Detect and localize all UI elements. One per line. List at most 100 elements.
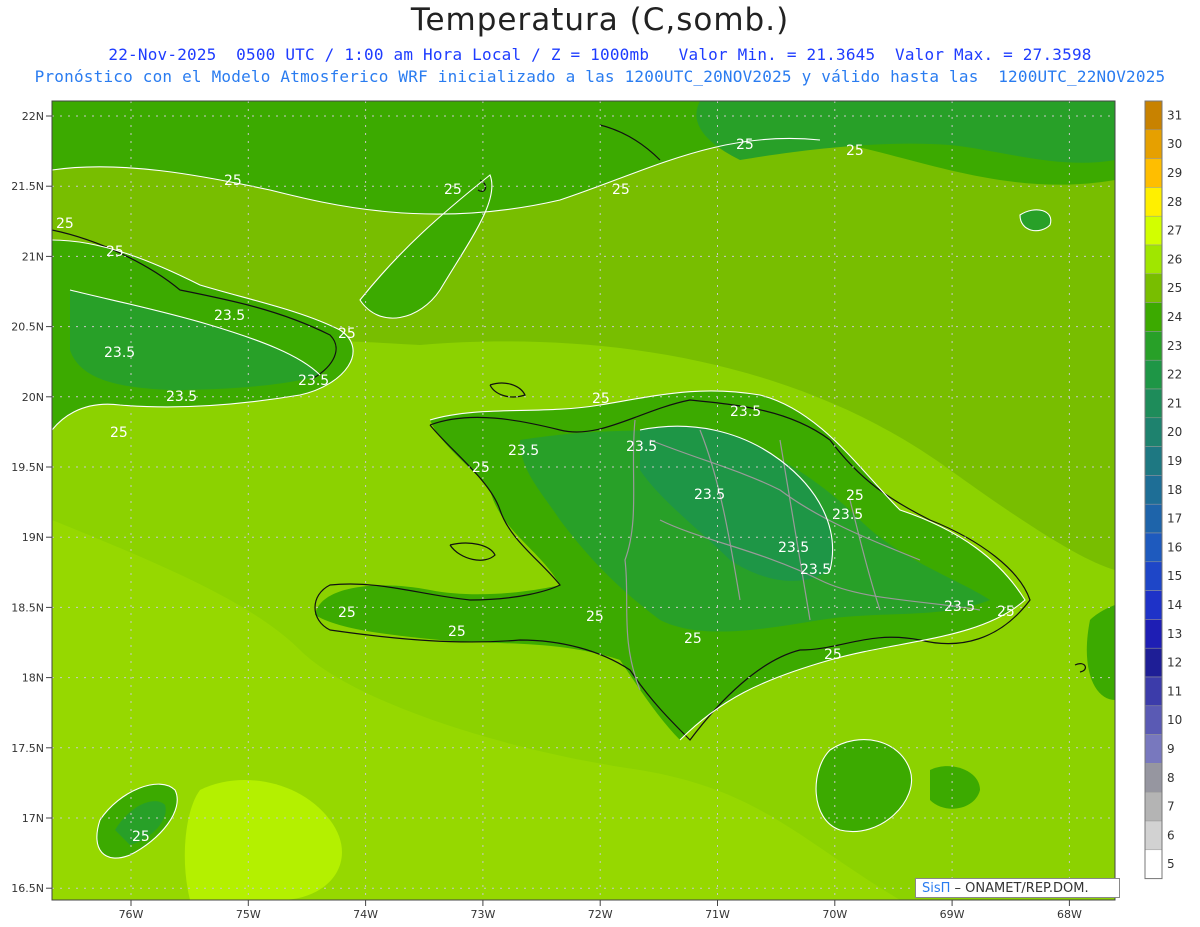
contour-label: 23.5 xyxy=(800,562,831,578)
contour-label: 25 xyxy=(846,143,864,159)
contour-label: 23.5 xyxy=(730,404,761,420)
contour-label: 23.5 xyxy=(298,373,329,389)
colorbar: 31 30 29 28 27 26 25 24 23 22 21 20 19 18 17 16 15 14 13 12… xyxy=(1144,100,1182,880)
credit-box: SisΠ – ONAMET/REP.DOM. xyxy=(915,878,1120,898)
contour-label: 25 xyxy=(448,624,466,640)
colorbar-label: 29 xyxy=(1167,166,1182,180)
contour-label: 25 xyxy=(56,216,74,232)
colorbar-swatch xyxy=(1144,302,1163,332)
contour-label: 25 xyxy=(846,488,864,504)
lat-label: 21.5N xyxy=(11,180,44,193)
contour-label: 23.5 xyxy=(214,308,245,324)
colorbar-label: 10 xyxy=(1167,713,1182,727)
colorbar-label: 19 xyxy=(1167,454,1182,468)
subtitle-time-range: 22-Nov-2025 0500 UTC / 1:00 am Hora Loca… xyxy=(108,45,1092,64)
colorbar-swatch xyxy=(1144,100,1163,131)
colorbar-label: 13 xyxy=(1167,627,1182,641)
colorbar-swatch xyxy=(1144,388,1163,419)
contour-label: 25 xyxy=(132,829,150,845)
colorbar-label: 15 xyxy=(1167,569,1182,583)
lat-label: 17.5N xyxy=(11,742,44,755)
colorbar-label: 26 xyxy=(1167,252,1182,266)
colorbar-swatch xyxy=(1144,417,1163,447)
colorbar-swatch xyxy=(1144,676,1163,707)
lon-label: 72W xyxy=(588,908,613,921)
colorbar-swatch xyxy=(1144,561,1163,591)
contour-label: 23.5 xyxy=(626,439,657,455)
lon-label: 73W xyxy=(470,908,495,921)
lat-label: 16.5N xyxy=(11,882,44,895)
lon-label: 71W xyxy=(705,908,730,921)
contour-label: 23.5 xyxy=(104,345,135,361)
colorbar-label: 22 xyxy=(1167,368,1182,382)
contour-label: 25 xyxy=(338,326,356,342)
colorbar-label: 17 xyxy=(1167,512,1182,526)
colorbar-swatch xyxy=(1144,849,1163,879)
colorbar-label: 24 xyxy=(1167,310,1182,324)
lat-label: 21N xyxy=(22,250,44,263)
contour-label: 23.5 xyxy=(694,487,725,503)
contour-label: 25 xyxy=(592,391,610,407)
colorbar-swatch xyxy=(1144,734,1163,764)
lat-label: 20.5N xyxy=(11,321,44,334)
colorbar-swatch xyxy=(1144,187,1163,217)
contour-label: 25 xyxy=(612,182,630,198)
colorbar-label: 18 xyxy=(1167,483,1182,497)
colorbar-label: 14 xyxy=(1167,598,1182,612)
colorbar-swatch xyxy=(1144,215,1163,246)
contour-label: 23.5 xyxy=(832,507,863,523)
colorbar-swatch xyxy=(1144,503,1163,534)
colorbar-label: 5 xyxy=(1167,857,1175,871)
colorbar-label: 31 xyxy=(1167,108,1182,122)
contour-label: 25 xyxy=(110,425,128,441)
colorbar-swatch xyxy=(1144,273,1163,303)
lat-label: 18N xyxy=(22,672,44,685)
contour-label: 23.5 xyxy=(778,540,809,556)
lat-label: 18.5N xyxy=(11,601,44,614)
colorbar-label: 12 xyxy=(1167,656,1182,670)
lon-label: 68W xyxy=(1057,908,1082,921)
lon-label: 74W xyxy=(353,908,378,921)
lat-label: 19N xyxy=(22,531,44,544)
temperature-map: 25 25 25 25 25 25 25 25 25 23.5 23.5 23.… xyxy=(11,100,1182,921)
colorbar-swatch xyxy=(1144,791,1163,822)
contour-label: 25 xyxy=(106,244,124,260)
colorbar-label: 27 xyxy=(1167,224,1182,238)
colorbar-label: 7 xyxy=(1167,800,1175,814)
contour-label: 25 xyxy=(472,460,490,476)
colorbar-swatch xyxy=(1144,244,1163,275)
colorbar-swatch xyxy=(1144,331,1163,361)
colorbar-label: 21 xyxy=(1167,396,1182,410)
lat-label: 22N xyxy=(22,110,44,123)
lat-label: 19.5N xyxy=(11,461,44,474)
colorbar-swatch xyxy=(1144,129,1163,159)
colorbar-label: 6 xyxy=(1167,828,1175,842)
colorbar-swatch xyxy=(1144,446,1163,476)
lon-label: 75W xyxy=(236,908,261,921)
contour-label: 25 xyxy=(684,631,702,647)
colorbar-swatch xyxy=(1144,820,1163,851)
colorbar-label: 25 xyxy=(1167,281,1182,295)
latitude-axis: 22N 21.5N 21N 20.5N 20N 19.5N 19N 18.5N 18N 17.5N… xyxy=(11,110,52,895)
contour-label: 25 xyxy=(736,137,754,153)
colorbar-label: 20 xyxy=(1167,425,1182,439)
contour-label: 23.5 xyxy=(508,443,539,459)
colorbar-label: 9 xyxy=(1167,742,1175,756)
colorbar-label: 11 xyxy=(1167,684,1182,698)
lon-label: 70W xyxy=(822,908,847,921)
credit-text: – ONAMET/REP.DOM. xyxy=(950,881,1089,896)
lat-label: 17N xyxy=(22,812,44,825)
contour-label: 25 xyxy=(586,609,604,625)
colorbar-swatch xyxy=(1144,705,1163,735)
contour-label: 25 xyxy=(224,173,242,189)
colorbar-label: 8 xyxy=(1167,771,1175,785)
colorbar-swatch xyxy=(1144,158,1163,188)
colorbar-label: 30 xyxy=(1167,137,1182,151)
contour-label: 25 xyxy=(997,604,1015,620)
longitude-axis: 76W 75W 74W 73W 72W 71W 70W 69W 68W xyxy=(119,900,1082,921)
colorbar-swatch xyxy=(1144,532,1163,563)
lon-label: 69W xyxy=(940,908,965,921)
colorbar-swatch xyxy=(1144,590,1163,620)
lat-label: 20N xyxy=(22,391,44,404)
colorbar-swatch xyxy=(1144,475,1163,505)
